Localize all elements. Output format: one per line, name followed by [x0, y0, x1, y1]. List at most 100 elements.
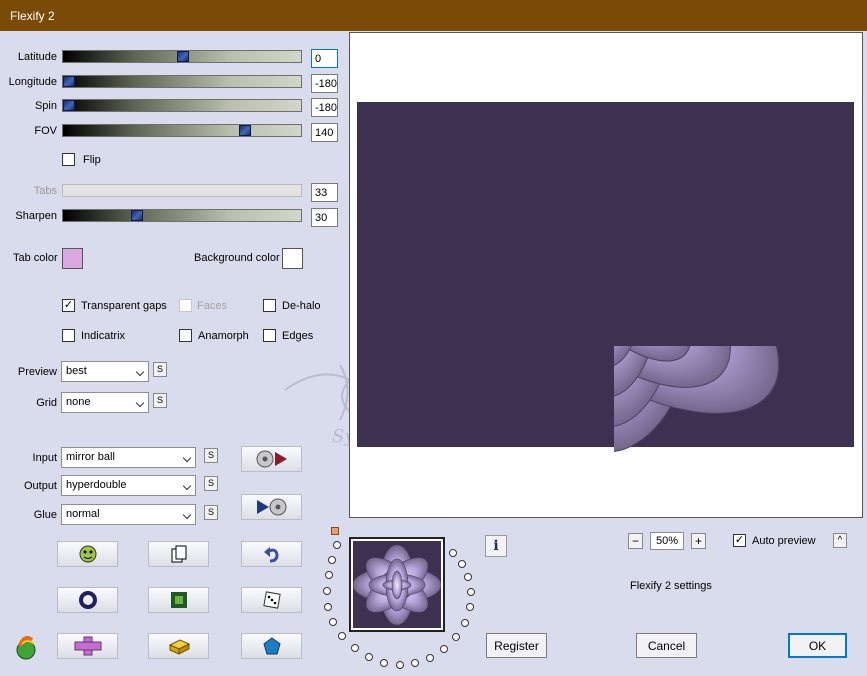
undo-icon	[263, 547, 279, 563]
indicatrix-label: Indicatrix	[81, 330, 126, 342]
chevron-down-icon	[135, 398, 145, 408]
cancel-button[interactable]: Cancel	[636, 633, 697, 658]
ring-dot[interactable]	[324, 603, 332, 611]
register-button[interactable]: Register	[486, 633, 547, 658]
ring-dot[interactable]	[411, 659, 419, 667]
input-select-value: mirror ball	[66, 451, 115, 463]
zoom-in-button[interactable]: +	[691, 533, 706, 549]
latitude-slider[interactable]	[62, 50, 302, 63]
longitude-thumb[interactable]	[63, 76, 75, 87]
ring-dot[interactable]	[380, 659, 388, 667]
fov-slider[interactable]	[62, 124, 302, 137]
preview-select[interactable]: best	[61, 361, 149, 382]
spin-thumb[interactable]	[63, 100, 75, 111]
ring-dot[interactable]	[452, 633, 460, 641]
ring-dot[interactable]	[351, 644, 359, 652]
output-select[interactable]: hyperdouble	[61, 475, 196, 496]
collapse-button[interactable]: ^	[833, 533, 847, 548]
output-s-button[interactable]: S	[204, 476, 218, 491]
dice-button[interactable]	[241, 587, 302, 613]
de-halo-label: De-halo	[282, 300, 321, 312]
thumbnail[interactable]	[349, 537, 445, 632]
ring-button[interactable]	[57, 587, 118, 613]
input-select[interactable]: mirror ball	[61, 447, 196, 468]
grid-select[interactable]: none	[61, 392, 149, 413]
edges-checkbox[interactable]	[263, 329, 276, 342]
ring-dot[interactable]	[396, 661, 404, 669]
ring-dot[interactable]	[440, 645, 448, 653]
pentagon-button[interactable]	[241, 633, 302, 659]
ring-dot[interactable]	[467, 588, 475, 596]
info-button[interactable]: i	[485, 535, 507, 557]
copy-button[interactable]	[148, 541, 209, 567]
chevron-down-icon	[135, 367, 145, 377]
play-disc-icon	[256, 498, 286, 516]
glue-select[interactable]: normal	[61, 504, 196, 525]
ring-dot[interactable]	[329, 618, 337, 626]
preview-canvas[interactable]	[349, 32, 863, 518]
ok-button[interactable]: OK	[788, 633, 847, 658]
output-label: Output	[23, 480, 57, 492]
ring-dot[interactable]	[325, 571, 333, 579]
ring-dot[interactable]	[333, 541, 341, 549]
spin-slider[interactable]	[62, 99, 302, 112]
square-button[interactable]	[148, 587, 209, 613]
input-s-button[interactable]: S	[204, 448, 218, 463]
logo-icon	[12, 634, 40, 662]
spin-value[interactable]: -180	[311, 98, 338, 117]
ring-dot[interactable]	[449, 549, 457, 557]
transparent-gaps-checkbox[interactable]: ✓	[62, 299, 75, 312]
fov-thumb[interactable]	[239, 125, 251, 136]
tab-color-label: Tab color	[13, 252, 58, 264]
auto-preview-checkbox[interactable]: ✓	[733, 534, 746, 547]
grid-label: Grid	[36, 397, 57, 409]
undo-button[interactable]	[241, 541, 302, 567]
grid-s-button[interactable]: S	[153, 393, 167, 408]
ring-dot[interactable]	[338, 632, 346, 640]
sharpen-slider[interactable]	[62, 209, 302, 222]
indicatrix-checkbox[interactable]	[62, 329, 75, 342]
play-output-button[interactable]	[241, 494, 302, 520]
ring-dot[interactable]	[464, 573, 472, 581]
sharpen-thumb[interactable]	[131, 210, 143, 221]
zoom-out-button[interactable]: −	[628, 533, 643, 549]
ring-dot[interactable]	[323, 587, 331, 595]
brick-icon	[168, 639, 190, 655]
settings-name: Flexify 2 settings	[630, 580, 712, 592]
glue-label: Glue	[33, 509, 57, 521]
input-label: Input	[32, 452, 57, 464]
glue-select-value: normal	[66, 508, 100, 520]
ring-dot[interactable]	[466, 603, 474, 611]
preview-label: Preview	[17, 366, 57, 378]
preview-s-button[interactable]: S	[153, 362, 167, 377]
flip-checkbox[interactable]	[62, 153, 75, 166]
ring-dot[interactable]	[365, 653, 373, 661]
spin-label: Spin	[34, 100, 57, 112]
randomize-button[interactable]	[57, 541, 118, 567]
ring-dot[interactable]	[328, 556, 336, 564]
longitude-slider[interactable]	[62, 75, 302, 88]
ring-dot[interactable]	[461, 619, 469, 627]
ring-dot[interactable]	[458, 560, 466, 568]
ring-start-marker[interactable]	[331, 527, 339, 535]
fov-value[interactable]: 140	[311, 123, 338, 142]
fov-label: FOV	[34, 125, 57, 137]
latitude-thumb[interactable]	[177, 51, 189, 62]
grid-select-value: none	[66, 396, 91, 408]
zoom-level[interactable]: 50%	[650, 532, 684, 550]
sharpen-label: Sharpen	[15, 210, 57, 222]
latitude-value[interactable]: 0	[311, 49, 338, 68]
glue-s-button[interactable]: S	[204, 505, 218, 520]
tab-color-swatch[interactable]	[62, 248, 83, 269]
plus-button[interactable]	[57, 633, 118, 659]
faces-label: Faces	[197, 300, 227, 312]
background-color-swatch[interactable]	[282, 248, 303, 269]
anamorph-checkbox[interactable]	[179, 329, 192, 342]
tabs-value[interactable]: 33	[311, 183, 338, 202]
de-halo-checkbox[interactable]	[263, 299, 276, 312]
ring-dot[interactable]	[426, 654, 434, 662]
brick-button[interactable]	[148, 633, 209, 659]
longitude-value[interactable]: -180	[311, 74, 338, 93]
sharpen-value[interactable]: 30	[311, 208, 338, 227]
window-title: Flexify 2	[10, 9, 55, 23]
